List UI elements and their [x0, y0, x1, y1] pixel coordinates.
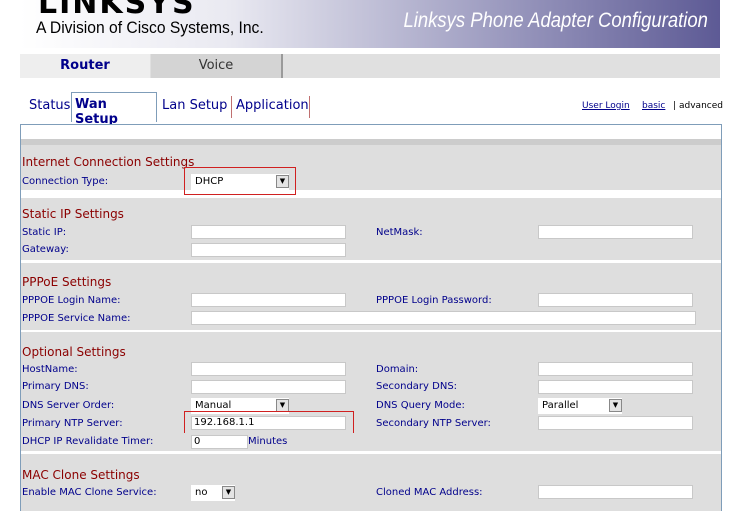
- chevron-down-icon: ▼: [609, 399, 622, 412]
- connection-type-label: Connection Type:: [22, 176, 109, 187]
- static-ip-label: Static IP:: [22, 227, 67, 238]
- enable-mac-clone-value: no: [195, 487, 208, 498]
- static-ip-row: Static IP: NetMask:: [21, 225, 721, 242]
- subtab-lan-setup[interactable]: Lan Setup: [162, 98, 227, 113]
- static-ip-input[interactable]: [191, 225, 346, 239]
- mac-clone-row: Enable MAC Clone Service: no ▼ Cloned MA…: [21, 485, 721, 502]
- pppoe-section-row: PPPoE Settings: [21, 263, 721, 293]
- division-text: A Division of Cisco Systems, Inc.: [36, 18, 264, 37]
- sub-nav: Status Wan Setup Lan Setup Application U…: [20, 92, 723, 127]
- connection-type-row: Connection Type: DHCP ▼: [21, 174, 721, 190]
- enable-mac-clone-select[interactable]: no ▼: [191, 485, 235, 501]
- primary-ntp-label: Primary NTP Server:: [22, 418, 123, 429]
- gateway-input[interactable]: [191, 243, 346, 257]
- domain-label: Domain:: [376, 364, 419, 375]
- dns-query-mode-label: DNS Query Mode:: [376, 400, 465, 411]
- pppoe-login-row: PPPOE Login Name: PPPOE Login Password:: [21, 293, 721, 310]
- secondary-ntp-label: Secondary NTP Server:: [376, 418, 491, 429]
- main-tab-bar: Router Voice: [20, 54, 720, 78]
- internet-section-row: Internet Connection Settings: [21, 145, 721, 175]
- static-ip-section-title: Static IP Settings: [22, 207, 124, 221]
- pppoe-login-name-label: PPPOE Login Name:: [22, 295, 121, 306]
- pppoe-section-title: PPPoE Settings: [22, 275, 112, 289]
- pppoe-service-row: PPPOE Service Name:: [21, 310, 721, 330]
- tab-router[interactable]: Router: [20, 54, 150, 78]
- pppoe-login-name-input[interactable]: [191, 293, 346, 307]
- mac-clone-section-row: MAC Clone Settings: [21, 454, 721, 485]
- subtab-divider: [231, 96, 232, 118]
- pppoe-login-password-input[interactable]: [538, 293, 693, 307]
- enable-mac-clone-label: Enable MAC Clone Service:: [22, 487, 157, 498]
- optional-section-row: Optional Settings: [21, 332, 721, 362]
- dns-query-mode-select[interactable]: Parallel ▼: [538, 398, 622, 414]
- connection-type-highlight: [184, 167, 296, 195]
- ntp-row: Primary NTP Server: 192.168.1.1 Secondar…: [21, 415, 721, 433]
- header-banner: LINKSYS A Division of Cisco Systems, Inc…: [20, 0, 720, 48]
- internet-section-title: Internet Connection Settings: [22, 155, 195, 169]
- primary-ntp-highlight: [184, 411, 354, 435]
- subtab-wan-setup[interactable]: Wan Setup: [71, 92, 157, 127]
- dhcp-revalidate-unit: Minutes: [248, 436, 288, 447]
- subtab-status[interactable]: Status: [29, 98, 70, 113]
- dns-server-order-label: DNS Server Order:: [22, 400, 115, 411]
- pppoe-service-name-input[interactable]: [191, 311, 696, 325]
- user-login-link[interactable]: User Login: [582, 101, 630, 111]
- pppoe-service-name-label: PPPOE Service Name:: [22, 313, 131, 324]
- subtab-application[interactable]: Application: [236, 98, 309, 113]
- hostname-label: HostName:: [22, 364, 78, 375]
- mac-clone-section-title: MAC Clone Settings: [22, 468, 140, 482]
- hostname-row: HostName: Domain:: [21, 362, 721, 379]
- optional-section-title: Optional Settings: [22, 345, 126, 359]
- static-ip-section-row: Static IP Settings: [21, 198, 721, 225]
- basic-link[interactable]: basic: [642, 101, 665, 111]
- netmask-input[interactable]: [538, 225, 693, 239]
- hostname-input[interactable]: [191, 362, 346, 376]
- dhcp-revalidate-label: DHCP IP Revalidate Timer:: [22, 436, 154, 447]
- cloned-mac-label: Cloned MAC Address:: [376, 487, 483, 498]
- domain-input[interactable]: [538, 362, 693, 376]
- tab-voice[interactable]: Voice: [151, 54, 283, 78]
- secondary-ntp-input[interactable]: [538, 416, 693, 430]
- dhcp-revalidate-input[interactable]: 0: [191, 435, 248, 449]
- pppoe-login-password-label: PPPOE Login Password:: [376, 295, 492, 306]
- cloned-mac-input[interactable]: [538, 485, 693, 499]
- dhcp-revalidate-row: DHCP IP Revalidate Timer: 0 Minutes: [21, 433, 721, 451]
- primary-dns-label: Primary DNS:: [22, 381, 89, 392]
- config-title: Linksys Phone Adapter Configuration: [403, 9, 708, 32]
- dns-query-mode-value: Parallel: [542, 400, 579, 411]
- secondary-dns-label: Secondary DNS:: [376, 381, 458, 392]
- secondary-dns-input[interactable]: [538, 380, 693, 394]
- advanced-link[interactable]: advanced: [679, 101, 723, 111]
- dns-order-row: DNS Server Order: Manual ▼ DNS Query Mod…: [21, 397, 721, 415]
- gateway-label: Gateway:: [22, 244, 69, 255]
- primary-dns-input[interactable]: [191, 380, 346, 394]
- chevron-down-icon: ▼: [222, 486, 235, 499]
- dns-row: Primary DNS: Secondary DNS:: [21, 379, 721, 397]
- gateway-row: Gateway:: [21, 242, 721, 260]
- subtab-divider: [309, 96, 310, 118]
- link-separator: |: [673, 101, 677, 111]
- netmask-label: NetMask:: [376, 227, 423, 238]
- settings-panel: Internet Connection Settings Connection …: [20, 124, 722, 511]
